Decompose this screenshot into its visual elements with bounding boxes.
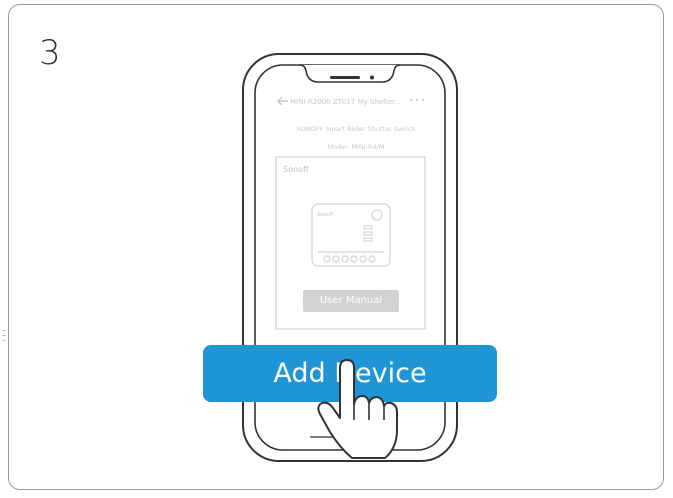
pointing-hand-icon [317,359,398,459]
